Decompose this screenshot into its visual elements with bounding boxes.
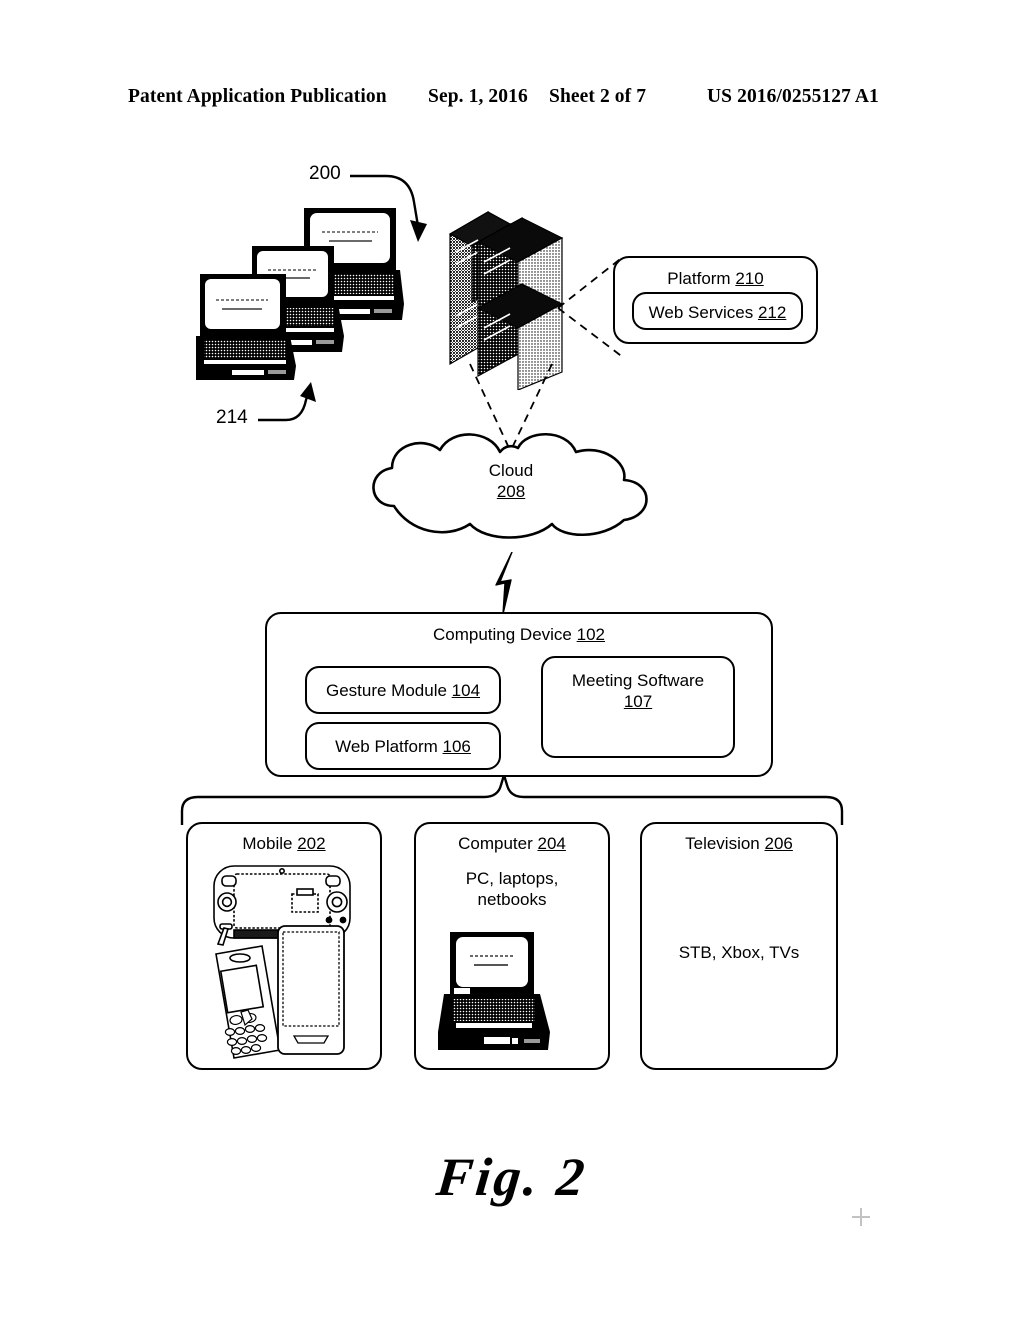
laptops-reference-arrow <box>258 382 316 422</box>
computing-device-box: Computing Device 102 Gesture Module 104 … <box>265 612 773 777</box>
computing-device-label: Computing Device 102 <box>267 624 771 645</box>
computer-ref: 204 <box>537 834 566 853</box>
publication-header-title: Patent Application Publication <box>128 86 387 107</box>
publication-header: Patent Application Publication Sep. 1, 2… <box>0 86 1024 116</box>
mobile-ref: 202 <box>297 834 326 853</box>
web-platform-label-text: Web Platform <box>335 737 438 756</box>
web-services-box: Web Services 212 <box>632 292 803 330</box>
cloud-label-text: Cloud <box>488 461 534 480</box>
platform-label-text: Platform <box>667 269 731 288</box>
platform-label: Platform 210 <box>615 268 816 289</box>
mobile-device-box: Mobile 202 <box>186 822 382 1070</box>
gesture-module-label: Gesture Module 104 <box>307 680 499 701</box>
sheet-number: Sheet 2 of 7 <box>549 86 647 107</box>
computer-description-line2: netbooks <box>477 890 547 909</box>
platform-ref: 210 <box>735 269 764 288</box>
television-description-text: STB, Xbox, TVs <box>678 943 800 962</box>
registration-crosshair-icon <box>852 1208 870 1226</box>
system-reference-label: 200 <box>309 163 341 184</box>
lightning-bolt-connector-icon <box>495 552 513 614</box>
mobile-label-text: Mobile <box>242 834 293 853</box>
web-platform-ref: 106 <box>442 737 471 756</box>
computer-label-text: Computer <box>458 834 533 853</box>
computer-description-line1: PC, laptops, <box>465 869 559 888</box>
cloud-ref: 208 <box>496 482 526 501</box>
web-services-ref: 212 <box>757 303 787 322</box>
web-platform-box: Web Platform 106 <box>305 722 501 770</box>
laptop-icon <box>438 932 550 1050</box>
computer-label: Computer 204 <box>416 833 608 854</box>
web-platform-label: Web Platform 106 <box>307 736 499 757</box>
meeting-software-label: Meeting Software 107 <box>543 670 733 712</box>
computing-device-ref: 102 <box>576 625 605 644</box>
meeting-software-label-text: Meeting Software <box>571 671 705 690</box>
cloud-label: Cloud 208 <box>366 460 656 502</box>
figure-caption: Fig. 2 <box>433 1147 591 1207</box>
television-label-text: Television <box>685 834 760 853</box>
television-description: STB, Xbox, TVs <box>642 942 836 963</box>
mobile-label: Mobile 202 <box>188 833 380 854</box>
gesture-module-ref: 104 <box>451 681 481 700</box>
web-services-label: Web Services 212 <box>634 302 801 323</box>
computing-device-label-text: Computing Device <box>432 625 572 644</box>
laptops-reference-label: 214 <box>216 407 248 428</box>
publication-number: US 2016/0255127 A1 <box>707 86 879 107</box>
television-device-box: Television 206 STB, Xbox, TVs <box>640 822 838 1070</box>
meeting-software-ref: 107 <box>623 692 653 711</box>
web-services-label-text: Web Services <box>648 303 754 322</box>
laptop-stack-icon <box>196 208 404 380</box>
device-brace-connector <box>180 775 844 825</box>
mobile-devices-icon <box>213 865 351 1059</box>
television-label: Television 206 <box>642 833 836 854</box>
publication-date: Sep. 1, 2016 <box>428 86 528 107</box>
gesture-module-label-text: Gesture Module <box>325 681 447 700</box>
computer-description: PC, laptops, netbooks <box>416 868 608 910</box>
television-ref: 206 <box>764 834 793 853</box>
gesture-module-box: Gesture Module 104 <box>305 666 501 714</box>
platform-box: Platform 210 Web Services 212 <box>613 256 818 344</box>
computer-device-box: Computer 204 PC, laptops, netbooks <box>414 822 610 1070</box>
meeting-software-box: Meeting Software 107 <box>541 656 735 758</box>
